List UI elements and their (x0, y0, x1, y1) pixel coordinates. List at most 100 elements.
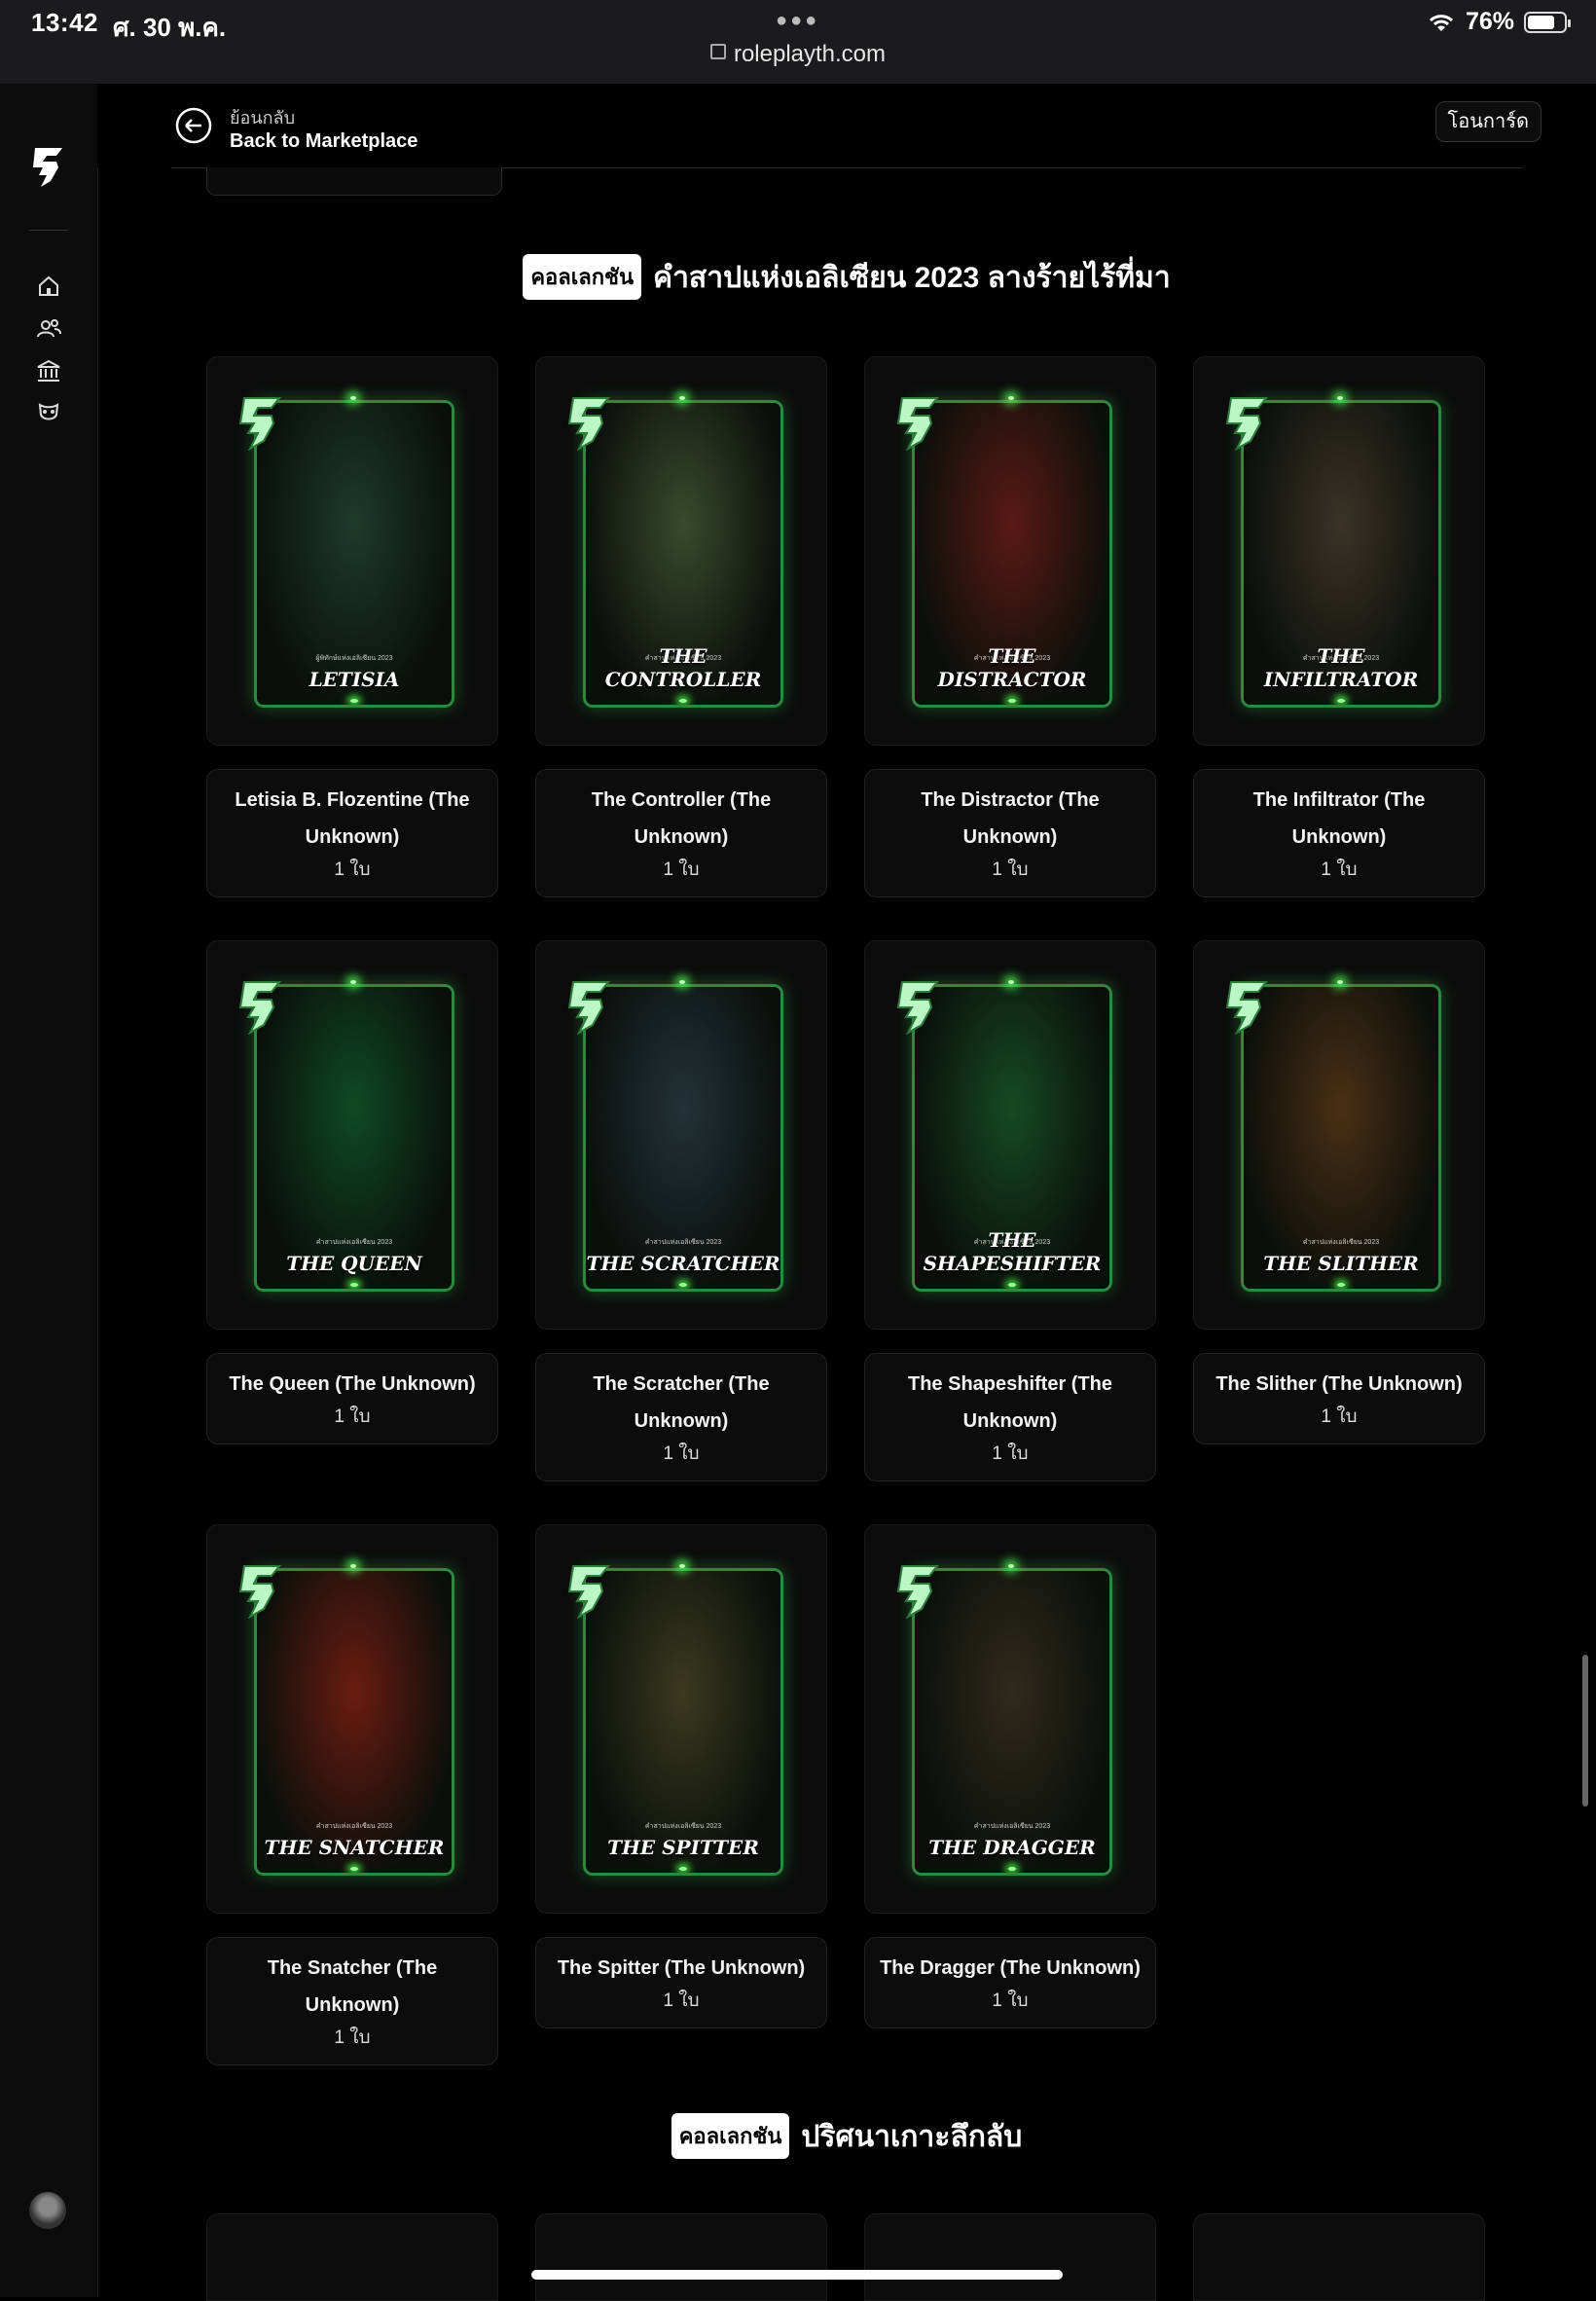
roleplay-logo-icon[interactable] (29, 144, 68, 189)
card-image[interactable]: คำสาปแห่งเอลิเซียน 2023 THE SLITHER (1193, 940, 1485, 1330)
card-quantity: 1 ใบ (663, 859, 700, 880)
card-image[interactable]: ผู้พิทักษ์แห่งเอลิเซียน 2023 LETISIA (206, 356, 498, 746)
card-art-label: THE SNATCHER (264, 1836, 445, 1859)
brand-logo-icon (238, 981, 282, 1035)
home-icon[interactable] (35, 273, 62, 300)
card-glow (679, 1283, 687, 1287)
card-info[interactable]: The Slither (The Unknown) 1 ใบ (1193, 1353, 1485, 1444)
next-card-preview[interactable] (864, 2213, 1156, 2301)
back-to-marketplace-link[interactable]: Back to Marketplace (230, 130, 417, 153)
transfer-card-button[interactable]: โอนการ์ด (1434, 101, 1542, 142)
battery-percent: 76% (1465, 8, 1514, 35)
card-top-light (350, 396, 356, 400)
brand-logo-icon (567, 397, 611, 451)
status-bar: 13:42 ศ. 30 พ.ค. ●●● roleplayth.com 76% (0, 0, 1596, 84)
next-card-preview[interactable] (1193, 2213, 1485, 2301)
card-info[interactable]: The Controller (The Unknown) 1 ใบ (535, 769, 827, 897)
next-card-preview[interactable] (535, 2213, 827, 2301)
card-glow (350, 1283, 358, 1287)
card-name: The Dragger (The Unknown) (880, 1957, 1141, 1979)
card-image[interactable]: คำสาปแห่งเอลิเซียน 2023 THE SNATCHER (206, 1524, 498, 1914)
card-quantity: 1 ใบ (334, 1406, 371, 1427)
card-art-subtitle: คำสาปแห่งเอลิเซียน 2023 (644, 1239, 722, 1246)
battery-icon (1524, 11, 1571, 33)
card-quantity: 1 ใบ (1321, 1406, 1358, 1427)
card-image[interactable]: คำสาปแห่งเอลิเซียน 2023 THE QUEEN (206, 940, 498, 1330)
brand-logo-icon (1225, 981, 1269, 1035)
address-bar[interactable]: roleplayth.com (0, 41, 1596, 68)
collection-heading-2: คอลเลกชัน ปริศนาเกาะลึกลับ (97, 2112, 1596, 2162)
card-image[interactable]: คำสาปแห่งเอลิเซียน 2023 THE SHAPESHIFTER (864, 940, 1156, 1330)
card-info[interactable]: The Snatcher (The Unknown) 1 ใบ (206, 1937, 498, 2065)
card-art-subtitle: คำสาปแห่งเอลิเซียน 2023 (973, 1823, 1051, 1830)
card-info[interactable]: The Spitter (The Unknown) 1 ใบ (535, 1937, 827, 2028)
back-label-thai[interactable]: ย้อนกลับ (230, 103, 295, 131)
card-top-light (679, 1564, 685, 1568)
card-name: The Shapeshifter (The Unknown) (907, 1373, 1113, 1432)
mask-icon[interactable] (35, 399, 62, 426)
card-quantity: 1 ใบ (663, 1991, 700, 2011)
card-quantity: 1 ใบ (992, 859, 1029, 880)
card-image[interactable]: คำสาปแห่งเอลิเซียน 2023 THE SCRATCHER (535, 940, 827, 1330)
card-glow (1008, 699, 1016, 703)
more-dots-icon[interactable]: ●●● (776, 10, 819, 32)
card-art-subtitle: ผู้พิทักษ์แห่งเอลิเซียน 2023 (315, 655, 393, 662)
partial-card-info (206, 167, 502, 196)
scrollbar[interactable] (1582, 1655, 1588, 1807)
brand-logo-icon (896, 981, 940, 1035)
card-top-light (679, 396, 685, 400)
brand-logo-icon (567, 981, 611, 1035)
card-name: The Slither (The Unknown) (1215, 1373, 1463, 1395)
card-quantity: 1 ใบ (992, 1991, 1029, 2011)
lock-icon (709, 44, 726, 59)
card-art-subtitle: คำสาปแห่งเอลิเซียน 2023 (315, 1823, 393, 1830)
brand-logo-icon (238, 397, 282, 451)
card-art-subtitle: คำสาปแห่งเอลิเซียน 2023 (644, 1823, 722, 1830)
card-top-light (350, 1564, 356, 1568)
card-info[interactable]: The Infiltrator (The Unknown) 1 ใบ (1193, 769, 1485, 897)
people-icon[interactable] (35, 315, 62, 343)
back-arrow-icon[interactable] (175, 107, 212, 144)
card-name: The Snatcher (The Unknown) (267, 1957, 438, 2016)
card-quantity: 1 ใบ (992, 1443, 1029, 1464)
card-art-label: THE SLITHER (1263, 1252, 1419, 1275)
card-quantity: 1 ใบ (1321, 859, 1358, 880)
card-glow (679, 699, 687, 703)
card-glow (679, 1867, 687, 1871)
card-info[interactable]: The Dragger (The Unknown) 1 ใบ (864, 1937, 1156, 2028)
page-header: ย้อนกลับ Back to Marketplace โอนการ์ด (97, 84, 1596, 167)
card-name: The Infiltrator (The Unknown) (1252, 789, 1426, 848)
card-image[interactable]: คำสาปแห่งเอลิเซียน 2023 THE DRAGGER (864, 1524, 1156, 1914)
card-top-light (1008, 1564, 1014, 1568)
card-art-label: LETISIA (308, 668, 400, 691)
card-info[interactable]: The Scratcher (The Unknown) 1 ใบ (535, 1353, 827, 1481)
card-image[interactable]: คำสาปแห่งเอลิเซียน 2023 THE INFILTRATOR (1193, 356, 1485, 746)
card-image[interactable]: คำสาปแห่งเอลิเซียน 2023 THE DISTRACTOR (864, 356, 1156, 746)
card-glow (1337, 1283, 1345, 1287)
collection-heading: คอลเลกชัน คำสาปแห่งเอลิเซียน 2023 ลางร้าย… (97, 253, 1596, 303)
card-art-label: THE INFILTRATOR (1263, 644, 1419, 691)
card-image[interactable]: คำสาปแห่งเอลิเซียน 2023 THE CONTROLLER (535, 356, 827, 746)
card-info[interactable]: The Distractor (The Unknown) 1 ใบ (864, 769, 1156, 897)
card-top-light (1008, 980, 1014, 984)
card-glow (1337, 699, 1345, 703)
card-name: The Queen (The Unknown) (229, 1373, 476, 1395)
card-info[interactable]: The Shapeshifter (The Unknown) 1 ใบ (864, 1353, 1156, 1481)
card-info[interactable]: The Queen (The Unknown) 1 ใบ (206, 1353, 498, 1444)
bank-icon[interactable] (35, 357, 62, 384)
collection-title-2: ปริศนาเกาะลึกลับ (801, 2121, 1023, 2153)
card-art-subtitle: คำสาปแห่งเอลิเซียน 2023 (1302, 1239, 1380, 1246)
card-name: The Scratcher (The Unknown) (593, 1373, 770, 1432)
card-name: The Spitter (The Unknown) (557, 1957, 806, 1979)
card-name: Letisia B. Flozentine (The Unknown) (235, 789, 470, 848)
card-art-label: THE CONTROLLER (604, 644, 762, 691)
card-image[interactable]: คำสาปแห่งเอลิเซียน 2023 THE SPITTER (535, 1524, 827, 1914)
collection-pill: คอลเลกชัน (523, 253, 642, 300)
card-art-label: THE SHAPESHIFTER (923, 1228, 1102, 1275)
status-time: 13:42 (31, 8, 98, 37)
avatar[interactable] (29, 2192, 66, 2229)
wifi-icon (1429, 14, 1453, 31)
card-info[interactable]: Letisia B. Flozentine (The Unknown) 1 ใบ (206, 769, 498, 897)
card-art-label: THE DISTRACTOR (937, 644, 1087, 691)
next-card-preview[interactable] (206, 2213, 498, 2301)
